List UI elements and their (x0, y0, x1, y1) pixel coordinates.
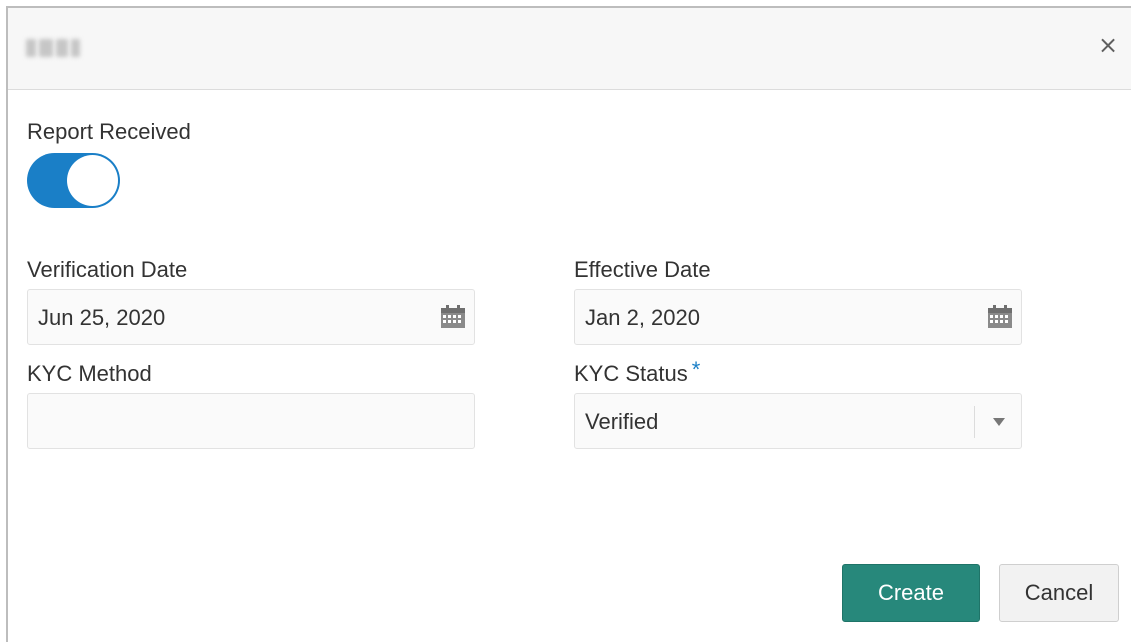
calendar-icon[interactable] (440, 305, 466, 329)
effective-date-label: Effective Date (574, 257, 711, 282)
dialog-title-redacted (26, 35, 88, 61)
required-indicator: * (691, 357, 701, 382)
create-dialog: × Report Received Verification Date Jun … (6, 6, 1131, 642)
toggle-knob (67, 155, 118, 206)
calendar-icon[interactable] (987, 305, 1013, 329)
verification-date-input[interactable]: Jun 25, 2020 (27, 289, 475, 345)
effective-date-input[interactable]: Jan 2, 2020 (574, 289, 1022, 345)
kyc-method-label: KYC Method (27, 361, 152, 386)
create-button[interactable]: Create (842, 564, 980, 622)
kyc-method-input[interactable] (27, 393, 475, 449)
cancel-button[interactable]: Cancel (999, 564, 1119, 622)
report-received-toggle[interactable] (27, 153, 120, 208)
report-received-label: Report Received (27, 119, 191, 144)
close-icon[interactable]: × (1093, 30, 1123, 60)
verification-date-value: Jun 25, 2020 (38, 305, 166, 330)
kyc-status-select[interactable]: Verified (574, 393, 1022, 449)
dialog-header: × (8, 8, 1131, 90)
verification-date-label: Verification Date (27, 257, 188, 282)
kyc-status-label-row: KYC Status * (574, 357, 700, 387)
select-divider (974, 406, 975, 438)
kyc-status-value: Verified (585, 409, 659, 434)
chevron-down-icon[interactable] (993, 418, 1005, 426)
effective-date-value: Jan 2, 2020 (585, 305, 700, 330)
kyc-status-label: KYC Status (574, 361, 688, 386)
